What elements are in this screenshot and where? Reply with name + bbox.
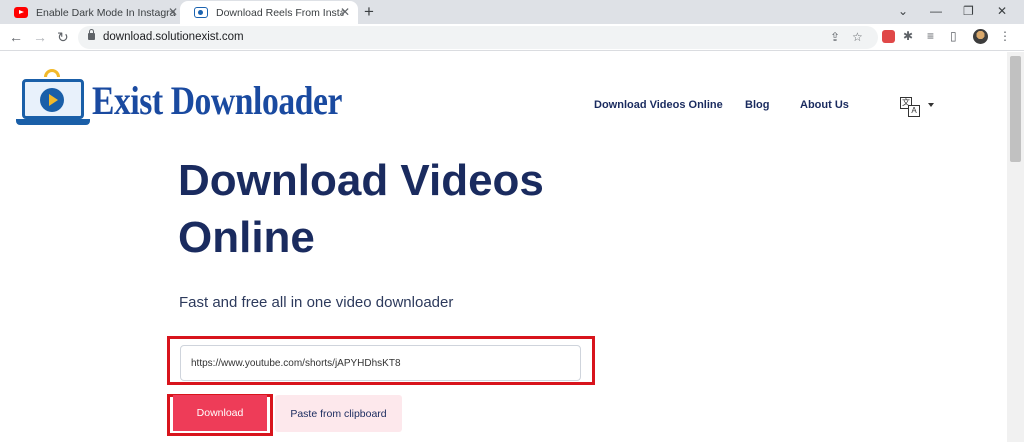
profile-avatar[interactable] (973, 29, 988, 44)
forward-icon[interactable]: → (33, 28, 47, 46)
play-icon (40, 88, 64, 112)
tab-search-icon[interactable]: ⌄ (898, 4, 908, 18)
translate-icon[interactable]: 文 A (900, 97, 922, 117)
tab-title: Enable Dark Mode In Instagram (36, 6, 176, 19)
back-icon[interactable]: ← (9, 28, 23, 46)
page-content: Exist Downloader Download Videos Online … (0, 52, 1007, 442)
menu-kebab-icon[interactable]: ⋮ (999, 29, 1011, 43)
close-tab-icon[interactable]: ✕ (340, 6, 350, 18)
reload-icon[interactable]: ↻ (57, 28, 69, 46)
site-favicon-icon (194, 7, 208, 18)
download-button[interactable]: Download (173, 395, 267, 431)
new-tab-icon[interactable]: + (364, 2, 374, 22)
logo-text: Exist Downloader (92, 78, 342, 123)
bookmark-star-icon[interactable]: ☆ (852, 30, 863, 44)
browser-tab-strip: Enable Dark Mode In Instagram ✕ Download… (0, 0, 1024, 24)
page-title: Download Videos Online (178, 156, 544, 262)
lock-icon[interactable] (88, 29, 95, 40)
video-url-input[interactable] (180, 345, 581, 381)
address-bar[interactable]: download.solutionexist.com ⇪ ☆ (78, 26, 878, 49)
page-subtitle: Fast and free all in one video downloade… (179, 294, 454, 311)
reading-list-icon[interactable]: ≡ (927, 29, 934, 43)
wifi-icon (44, 69, 60, 77)
paste-from-clipboard-button[interactable]: Paste from clipboard (275, 395, 402, 432)
extension-icon[interactable] (882, 30, 895, 43)
tab-title: Download Reels From Instagram (216, 6, 344, 19)
scrollbar-thumb[interactable] (1010, 56, 1021, 162)
share-icon[interactable]: ⇪ (830, 30, 840, 44)
close-window-icon[interactable]: ✕ (997, 4, 1007, 18)
tab-download-reels[interactable]: Download Reels From Instagram ✕ (180, 1, 358, 24)
restore-icon[interactable]: ❐ (963, 4, 974, 18)
nav-blog[interactable]: Blog (745, 99, 769, 111)
minimize-icon[interactable]: — (930, 4, 942, 18)
laptop-base (16, 119, 90, 125)
browser-toolbar: ← → ↻ download.solutionexist.com ⇪ ☆ ✱ ≡… (0, 24, 1024, 51)
chevron-down-icon[interactable] (928, 103, 934, 107)
extensions-puzzle-icon[interactable]: ✱ (903, 29, 913, 43)
nav-about-us[interactable]: About Us (800, 99, 849, 111)
nav-download-videos-online[interactable]: Download Videos Online (594, 99, 723, 111)
url-text: download.solutionexist.com (103, 31, 244, 43)
tab-enable-dark-mode[interactable]: Enable Dark Mode In Instagram ✕ (0, 1, 186, 24)
side-panel-icon[interactable]: ▯ (950, 29, 957, 43)
youtube-icon (14, 7, 28, 18)
close-tab-icon[interactable]: ✕ (168, 6, 178, 18)
site-logo[interactable]: Exist Downloader (16, 69, 342, 133)
page-scrollbar[interactable] (1007, 52, 1024, 442)
